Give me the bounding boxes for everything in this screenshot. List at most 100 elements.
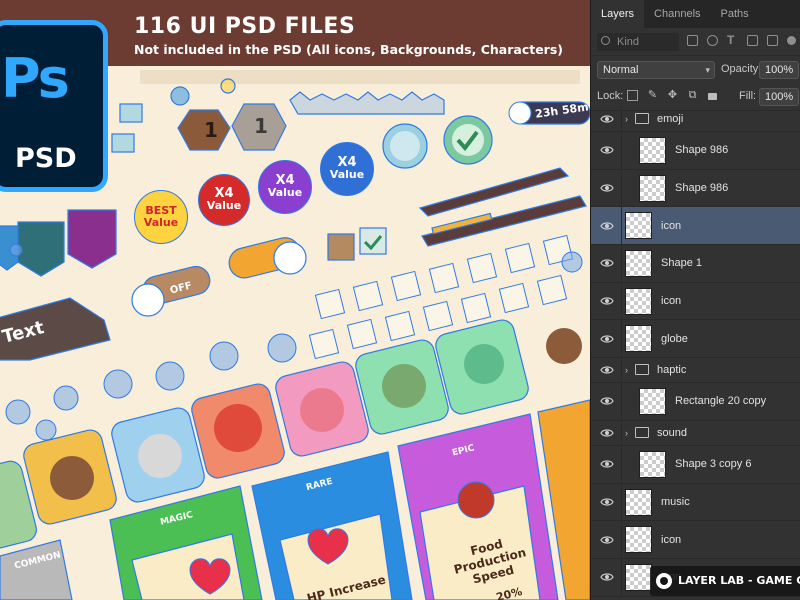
visibility-eye-icon[interactable] (600, 496, 614, 508)
opacity-value: 100% (765, 64, 794, 76)
layer-row-divider (621, 521, 622, 558)
blend-mode-value: Normal (603, 64, 639, 76)
layers-list: › emoji Shape 986 Shape 986 icon Shape 1 icon g… (591, 107, 800, 597)
visibility-eye-icon[interactable] (600, 333, 614, 345)
visibility-eye-icon[interactable] (600, 295, 614, 307)
layer-group-row[interactable]: › sound (591, 420, 800, 446)
tab-layers[interactable]: Layers (591, 0, 645, 28)
layer-row[interactable]: globe (591, 320, 800, 359)
layer-thumbnail (625, 287, 652, 315)
visibility-eye-icon[interactable] (600, 220, 614, 232)
layer-row[interactable]: Shape 986 (591, 169, 800, 208)
visibility-eye-icon[interactable] (600, 395, 614, 407)
layer-row-divider (621, 483, 622, 521)
blend-mode-dropdown[interactable]: Normal ▾ (597, 61, 715, 79)
layer-name: icon (661, 219, 682, 232)
layer-name: icon (661, 295, 682, 308)
layer-thumbnail (625, 488, 652, 516)
filter-toggle-icon[interactable] (787, 36, 796, 45)
layer-row[interactable]: Rectangle 20 copy (591, 383, 800, 421)
lock-artboard-icon[interactable]: ⧉ (687, 90, 698, 101)
fill-field[interactable]: 100% (759, 88, 799, 106)
psd-label: PSD (15, 143, 77, 174)
layer-row-divider (621, 383, 622, 420)
chevron-right-icon[interactable]: › (625, 114, 628, 124)
layer-thumbnail (639, 388, 666, 416)
layer-thumbnail (639, 137, 666, 164)
visibility-eye-icon[interactable] (600, 534, 614, 546)
fill-label: Fill: (739, 90, 757, 102)
folder-icon (635, 113, 649, 124)
rank-1-bronze: 1 (204, 118, 218, 142)
visibility-eye-icon[interactable] (600, 144, 614, 156)
visibility-eye-icon[interactable] (600, 182, 614, 194)
fill-value: 100% (765, 91, 794, 103)
panel-tabs: Layers Channels Paths (591, 0, 800, 28)
layer-name: music (661, 495, 690, 508)
visibility-eye-icon[interactable] (600, 364, 614, 376)
layer-row[interactable]: Shape 3 copy 6 (591, 445, 800, 484)
layer-group-row[interactable]: › haptic (591, 358, 800, 384)
promo-canvas: 116 UI PSD FILES Not included in the PSD… (0, 0, 590, 600)
layer-row-divider (621, 207, 622, 245)
lock-image-icon[interactable]: ✎ (647, 90, 658, 101)
best-value-badge: BEST Value (134, 190, 188, 244)
tab-channels[interactable]: Channels (644, 0, 710, 28)
blend-bar: Normal ▾ Opacity: 100% (591, 56, 800, 83)
visibility-eye-icon[interactable] (600, 458, 614, 470)
layer-row-divider (621, 558, 622, 596)
layer-thumbnail (625, 250, 652, 278)
x4-red-line2: Value (206, 199, 242, 212)
x4-red-badge: X4 Value (198, 174, 250, 226)
chevron-right-icon[interactable]: › (625, 365, 628, 375)
lock-transparent-icon[interactable] (627, 90, 638, 101)
tab-paths[interactable]: Paths (711, 0, 759, 28)
shape-filter-icon[interactable] (747, 35, 758, 46)
x4-purple-line2: Value (267, 186, 303, 199)
opacity-field[interactable]: 100% (759, 61, 799, 79)
lock-label: Lock: (597, 90, 624, 102)
visibility-eye-icon[interactable] (600, 257, 614, 269)
layer-row[interactable]: icon (591, 282, 800, 321)
lock-position-icon[interactable]: ✥ (667, 90, 678, 101)
layer-thumbnail (639, 450, 666, 478)
layer-name: Shape 986 (675, 182, 729, 195)
opacity-label: Opacity: (721, 63, 762, 75)
layer-thumbnail (625, 325, 652, 353)
rank-1-silver: 1 (254, 114, 268, 138)
watermark-text: LAYER LAB - GAME GUI (678, 574, 800, 587)
layer-row-divider (621, 245, 622, 282)
layer-row-divider (621, 420, 622, 445)
layer-row-divider (621, 169, 622, 207)
layer-name: Shape 3 copy 6 (675, 458, 752, 471)
visibility-eye-icon[interactable] (600, 113, 614, 125)
adjustment-filter-icon[interactable] (707, 35, 718, 46)
layer-row[interactable]: Shape 986 (591, 132, 800, 170)
layer-name: globe (661, 332, 688, 345)
folder-icon (635, 426, 649, 438)
layer-row-divider (621, 358, 622, 383)
layer-row-divider (621, 132, 622, 169)
visibility-eye-icon[interactable] (600, 427, 614, 439)
x4-blue-badge: X4 Value (320, 142, 374, 196)
layer-name: Rectangle 20 copy (675, 395, 767, 408)
layer-name: haptic (657, 364, 687, 377)
watermark: LAYER LAB - GAME GUI (650, 566, 800, 596)
filter-bar: Kind T (591, 28, 800, 56)
type-filter-icon[interactable]: T (727, 33, 734, 47)
layer-row[interactable]: music (591, 483, 800, 522)
layer-row-divider (621, 320, 622, 358)
smart-object-filter-icon[interactable] (767, 35, 778, 46)
layer-row[interactable]: icon (591, 521, 800, 559)
visibility-eye-icon[interactable] (600, 571, 614, 583)
lock-all-icon[interactable] (708, 93, 717, 100)
pixel-filter-icon[interactable] (687, 35, 698, 46)
layer-row[interactable]: icon (591, 207, 800, 246)
photoshop-logo: Ps PSD (0, 20, 108, 192)
layer-row[interactable]: Shape 1 (591, 245, 800, 283)
layer-name: sound (657, 426, 687, 439)
layer-group-row[interactable]: › emoji (591, 107, 800, 132)
chevron-down-icon: ▾ (705, 65, 710, 75)
layer-thumbnail (625, 563, 652, 591)
chevron-right-icon[interactable]: › (625, 428, 628, 438)
